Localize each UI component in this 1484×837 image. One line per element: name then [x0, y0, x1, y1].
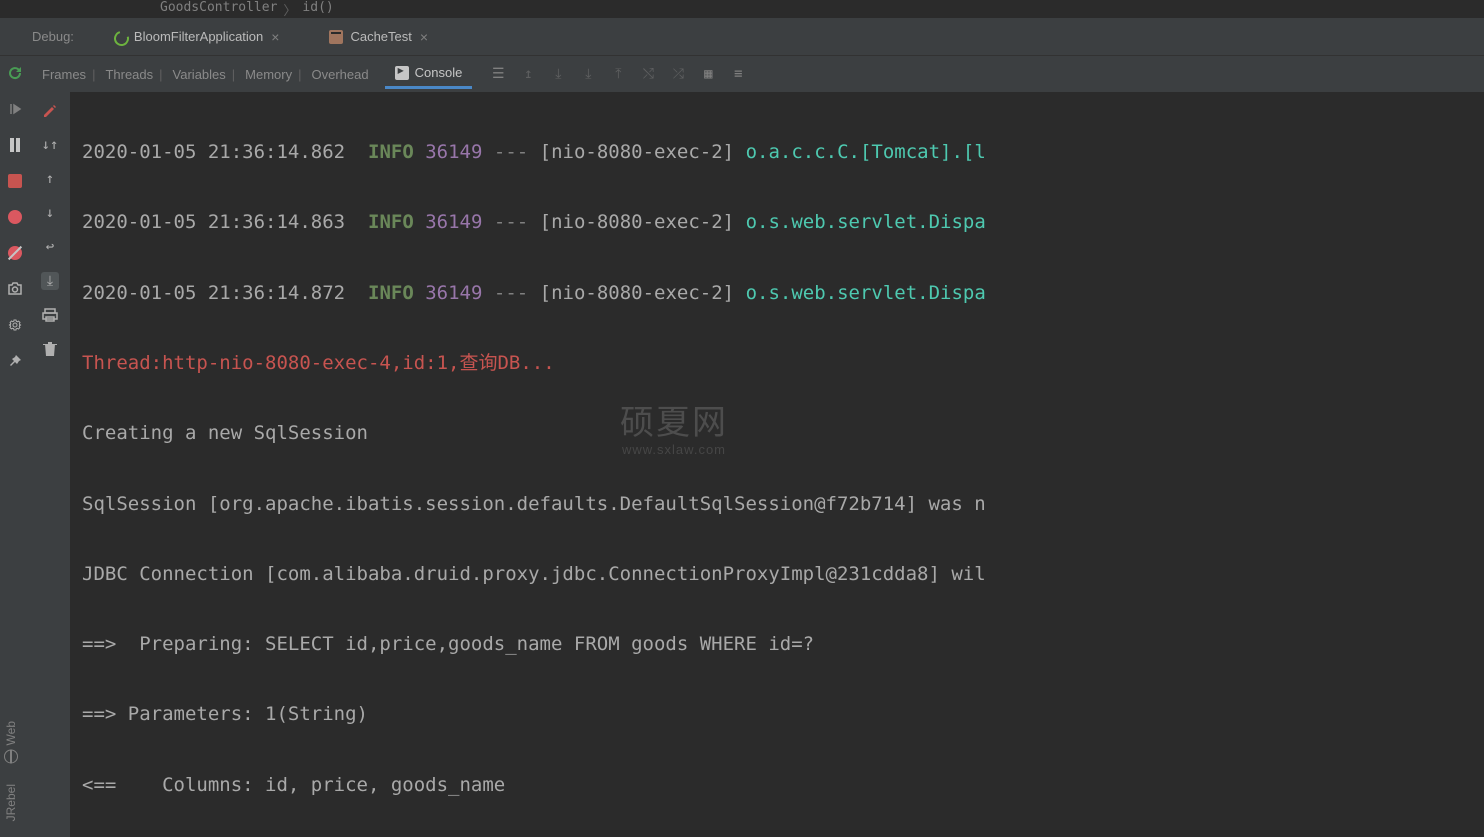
tab-frames[interactable]: Frames	[38, 67, 99, 82]
debug-tab-label: CacheTest	[350, 29, 411, 44]
debugger-toolbar: Frames Threads Variables Memory Overhead…	[30, 56, 1484, 92]
jar-icon	[329, 30, 343, 44]
filter-icon[interactable]: ≡	[730, 66, 746, 82]
log-line: SqlSession [org.apache.ibatis.session.de…	[82, 487, 1472, 522]
close-icon[interactable]: ×	[420, 29, 428, 45]
debug-tab-bar: Debug: BloomFilterApplication × CacheTes…	[0, 18, 1484, 56]
close-icon[interactable]: ×	[271, 29, 279, 45]
upload-icon[interactable]: ⤒	[610, 66, 626, 82]
trash-icon[interactable]	[41, 340, 59, 358]
tab-overhead[interactable]: Overhead	[308, 67, 373, 82]
log-line: 2020-01-05 21:36:14.872 INFO 36149 --- […	[82, 276, 1472, 311]
tab-memory[interactable]: Memory	[241, 67, 305, 82]
mute-breakpoints-icon[interactable]	[6, 244, 24, 262]
wrap-icon[interactable]: ↩	[41, 238, 59, 256]
camera-icon[interactable]	[6, 280, 24, 298]
pin-icon[interactable]	[6, 352, 24, 370]
console-gutter: ↓↑ ↑ ↓ ↩ ⤓	[30, 92, 70, 837]
grid-icon[interactable]: ▦	[700, 66, 716, 82]
resume-icon[interactable]	[6, 100, 24, 118]
log-line: 2020-01-05 21:36:14.863 INFO 36149 --- […	[82, 205, 1472, 240]
settings-icon[interactable]	[6, 316, 24, 334]
log-line: ==> Parameters: 1(String)	[82, 697, 1472, 732]
debug-tab-bloomfilter[interactable]: BloomFilterApplication ×	[102, 18, 290, 55]
pencil-icon[interactable]	[41, 102, 59, 120]
log-line: Creating a new SqlSession	[82, 416, 1472, 451]
console-icon	[395, 66, 409, 80]
log-line: Thread:http-nio-8080-exec-4,id:1,查询DB...	[82, 346, 1472, 381]
print-icon[interactable]	[41, 306, 59, 324]
breadcrumb-separator: 〉	[283, 0, 296, 19]
rerun-icon[interactable]	[6, 64, 24, 82]
side-tab-jrebel[interactable]: JRebel	[0, 778, 22, 827]
pause-icon[interactable]	[6, 136, 24, 154]
download-icon[interactable]: ⤓	[580, 66, 596, 82]
tab-threads[interactable]: Threads	[101, 67, 166, 82]
debug-tab-label: BloomFilterApplication	[134, 29, 263, 44]
sort-icon[interactable]: ↓↑	[41, 136, 59, 154]
console-output[interactable]: 2020-01-05 21:36:14.862 INFO 36149 --- […	[70, 92, 1484, 837]
tab-variables[interactable]: Variables	[169, 67, 240, 82]
log-line: JDBC Connection [com.alibaba.druid.proxy…	[82, 557, 1472, 592]
lines-icon[interactable]: ☰	[490, 66, 506, 82]
view-breakpoints-icon[interactable]	[6, 208, 24, 226]
console-tab-label: Console	[415, 65, 463, 80]
stop-icon[interactable]	[6, 172, 24, 190]
step-icon[interactable]: ⤭	[640, 66, 656, 82]
download-icon[interactable]: ⤓	[550, 66, 566, 82]
log-line: ==> Preparing: SELECT id,price,goods_nam…	[82, 627, 1472, 662]
up-arrow-icon[interactable]: ↥	[520, 66, 536, 82]
log-line: <== Columns: id, price, goods_name	[82, 768, 1472, 803]
debug-tab-cachetest[interactable]: CacheTest ×	[319, 18, 438, 55]
arrow-down-icon[interactable]: ↓	[41, 204, 59, 222]
globe-icon	[4, 750, 18, 764]
side-tab-web[interactable]: Web	[0, 715, 22, 769]
tab-console[interactable]: Console	[385, 59, 473, 89]
scroll-end-icon[interactable]: ⤓	[41, 272, 59, 290]
breadcrumb-item[interactable]: id()	[302, 0, 333, 15]
debug-label: Debug:	[32, 29, 74, 44]
step-icon[interactable]: ⤮	[670, 66, 686, 82]
log-line: 2020-01-05 21:36:14.862 INFO 36149 --- […	[82, 135, 1472, 170]
breadcrumb-item[interactable]: GoodsController	[160, 0, 277, 15]
arrow-up-icon[interactable]: ↑	[41, 170, 59, 188]
breadcrumb: GoodsController 〉 id()	[0, 0, 1484, 18]
spring-icon	[112, 29, 127, 44]
